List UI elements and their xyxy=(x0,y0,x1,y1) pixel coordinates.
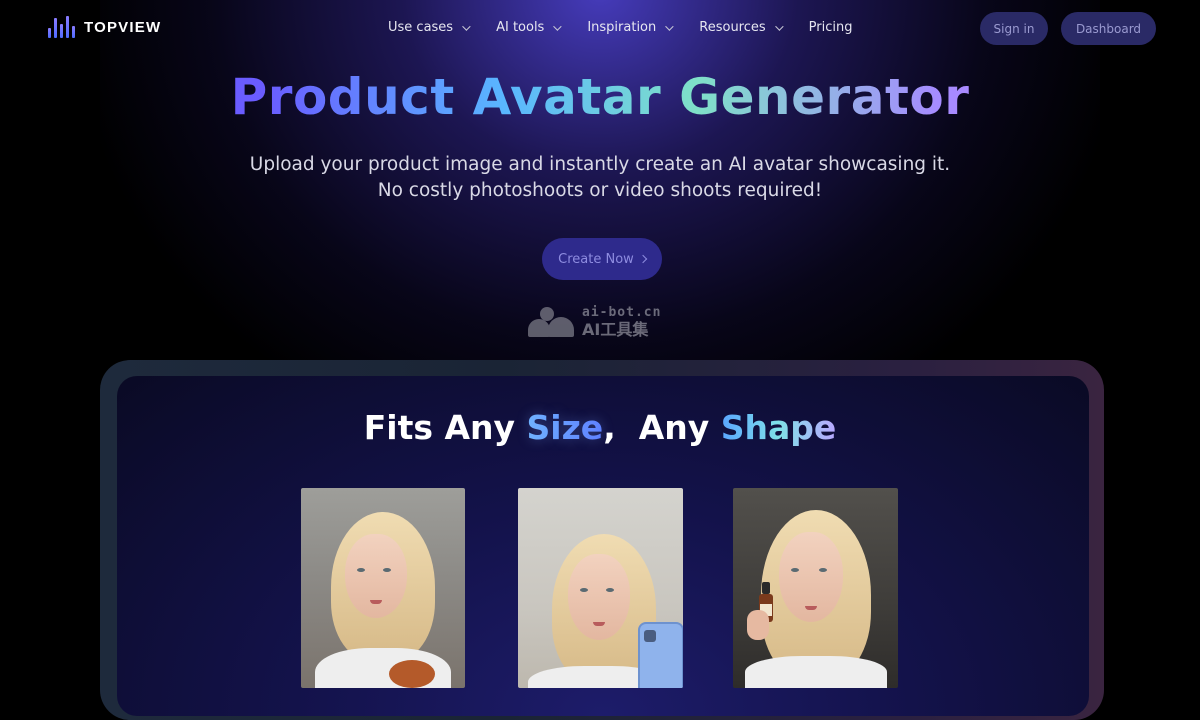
avatar-image xyxy=(733,488,898,688)
showcase-highlight-shape: Shape xyxy=(720,408,837,447)
chevron-down-icon xyxy=(665,21,674,31)
avatar-holding-item[interactable] xyxy=(301,488,465,688)
page-title: Product Avatar Generator xyxy=(0,68,1200,126)
top-navbar: TOPVIEW Use cases AI tools Inspiration R… xyxy=(0,0,1200,58)
menu-ai-tools-label: AI tools xyxy=(496,20,545,35)
avatar-image xyxy=(518,488,683,688)
hero-subtitle-line2: No costly photoshoots or video shoots re… xyxy=(377,180,823,201)
watermark-line1: ai-bot.cn xyxy=(582,305,662,320)
chevron-down-icon xyxy=(553,21,562,31)
brand-name: TOPVIEW xyxy=(84,18,162,36)
watermark-logo-icon xyxy=(528,307,574,337)
menu-inspiration[interactable]: Inspiration xyxy=(587,20,674,35)
menu-use-cases-label: Use cases xyxy=(388,20,454,35)
watermark-line2: AI工具集 xyxy=(582,320,649,339)
watermark: ai-bot.cn AI工具集 xyxy=(528,306,661,338)
sign-in-button[interactable]: Sign in xyxy=(980,12,1048,45)
create-now-button[interactable]: Create Now xyxy=(542,238,662,280)
showcase-title-part1: Fits Any xyxy=(363,408,527,447)
showcase-title: Fits Any Size, Any Shape xyxy=(0,408,1200,447)
chevron-down-icon xyxy=(462,21,471,31)
showcase-highlight-size: Size xyxy=(526,408,604,447)
avatar-holding-phone[interactable] xyxy=(518,488,683,688)
menu-resources-label: Resources xyxy=(699,20,766,35)
brand-logo[interactable]: TOPVIEW xyxy=(48,16,161,38)
phone-prop xyxy=(638,622,683,688)
main-menu: Use cases AI tools Inspiration Resources… xyxy=(388,20,880,35)
avatar-holding-bottle[interactable] xyxy=(733,488,898,688)
hero-subtitle-line1: Upload your product image and instantly … xyxy=(249,154,951,175)
chevron-right-icon xyxy=(638,254,648,264)
logo-bars-icon xyxy=(48,16,75,38)
menu-use-cases[interactable]: Use cases xyxy=(388,20,471,35)
menu-resources[interactable]: Resources xyxy=(699,20,784,35)
menu-pricing[interactable]: Pricing xyxy=(809,20,853,35)
chevron-down-icon xyxy=(774,21,784,31)
menu-inspiration-label: Inspiration xyxy=(587,20,657,35)
dashboard-button[interactable]: Dashboard xyxy=(1061,12,1156,45)
create-now-label: Create Now xyxy=(558,251,634,267)
menu-ai-tools[interactable]: AI tools xyxy=(496,20,562,35)
avatar-image xyxy=(301,488,465,688)
menu-pricing-label: Pricing xyxy=(808,20,853,35)
showcase-title-part2: , Any xyxy=(603,408,721,447)
